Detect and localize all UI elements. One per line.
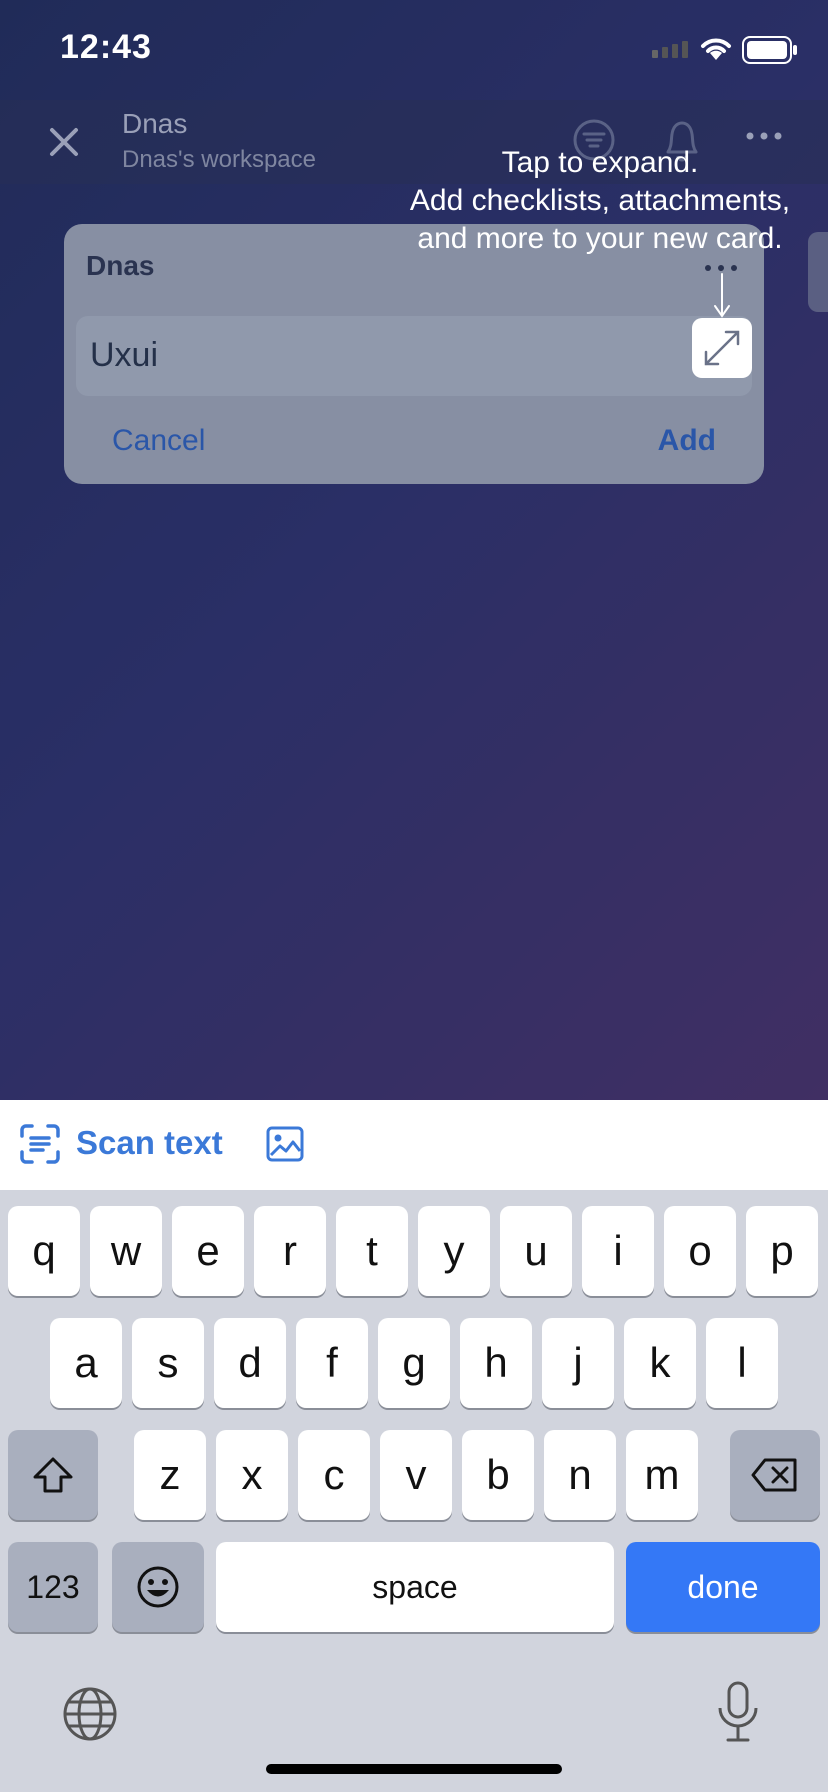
status-time: 12:43 [60, 28, 152, 66]
key-j[interactable]: j [542, 1318, 614, 1408]
scan-text-icon[interactable] [18, 1122, 62, 1166]
key-r[interactable]: r [254, 1206, 326, 1296]
card-title-value: Uxui [90, 336, 159, 374]
tooltip-arrow-icon [714, 273, 730, 318]
shift-key[interactable] [8, 1430, 98, 1520]
close-icon[interactable] [44, 122, 84, 162]
status-bar: 12:43 [0, 0, 828, 100]
key-p[interactable]: p [746, 1206, 818, 1296]
workspace-name: Dnas's workspace [122, 146, 316, 173]
key-l[interactable]: l [706, 1318, 778, 1408]
list-menu-icon[interactable] [704, 264, 738, 272]
tooltip-line: Tap to expand. [501, 146, 699, 179]
tooltip-line: and more to your new card. [417, 222, 783, 255]
card-title-input[interactable]: Uxui [76, 316, 752, 396]
image-icon[interactable] [266, 1126, 304, 1162]
key-y[interactable]: y [418, 1206, 490, 1296]
key-c[interactable]: c [298, 1430, 370, 1520]
key-g[interactable]: g [378, 1318, 450, 1408]
battery-icon [742, 36, 797, 64]
key-o[interactable]: o [664, 1206, 736, 1296]
key-b[interactable]: b [462, 1430, 534, 1520]
list-name: Dnas [86, 250, 155, 281]
key-t[interactable]: t [336, 1206, 408, 1296]
space-key[interactable]: space [216, 1542, 614, 1632]
expand-card-button[interactable] [692, 318, 752, 378]
key-s[interactable]: s [132, 1318, 204, 1408]
expand-tooltip: Tap to expand. Add checklists, attachmen… [380, 144, 820, 258]
key-z[interactable]: z [134, 1430, 206, 1520]
key-w[interactable]: w [90, 1206, 162, 1296]
tooltip-line: Add checklists, attachments, [409, 184, 791, 217]
more-icon[interactable] [744, 130, 784, 142]
key-d[interactable]: d [214, 1318, 286, 1408]
globe-icon[interactable] [62, 1686, 118, 1742]
delete-icon [751, 1458, 797, 1492]
emoji-key[interactable] [112, 1542, 204, 1632]
keyboard-accessory-bar: Scan text [0, 1100, 828, 1190]
key-m[interactable]: m [626, 1430, 698, 1520]
key-a[interactable]: a [50, 1318, 122, 1408]
numbers-key[interactable]: 123 [8, 1542, 98, 1632]
wifi-icon [701, 38, 731, 60]
key-q[interactable]: q [8, 1206, 80, 1296]
done-key[interactable]: done [626, 1542, 820, 1632]
home-indicator [266, 1764, 562, 1774]
key-e[interactable]: e [172, 1206, 244, 1296]
delete-key[interactable] [730, 1430, 820, 1520]
shift-icon [33, 1457, 73, 1493]
key-n[interactable]: n [544, 1430, 616, 1520]
cancel-button[interactable]: Cancel [112, 424, 205, 458]
key-u[interactable]: u [500, 1206, 572, 1296]
scan-text-button[interactable]: Scan text [76, 1124, 223, 1162]
board-title: Dnas [122, 108, 188, 139]
add-card-composer: Dnas Uxui Cancel Add [64, 224, 764, 484]
key-k[interactable]: k [624, 1318, 696, 1408]
expand-icon [704, 330, 740, 366]
key-h[interactable]: h [460, 1318, 532, 1408]
add-button[interactable]: Add [658, 424, 716, 458]
microphone-icon[interactable] [714, 1680, 762, 1744]
key-x[interactable]: x [216, 1430, 288, 1520]
emoji-icon [137, 1566, 179, 1608]
key-f[interactable]: f [296, 1318, 368, 1408]
cellular-signal-icon [652, 41, 688, 58]
key-v[interactable]: v [380, 1430, 452, 1520]
key-i[interactable]: i [582, 1206, 654, 1296]
